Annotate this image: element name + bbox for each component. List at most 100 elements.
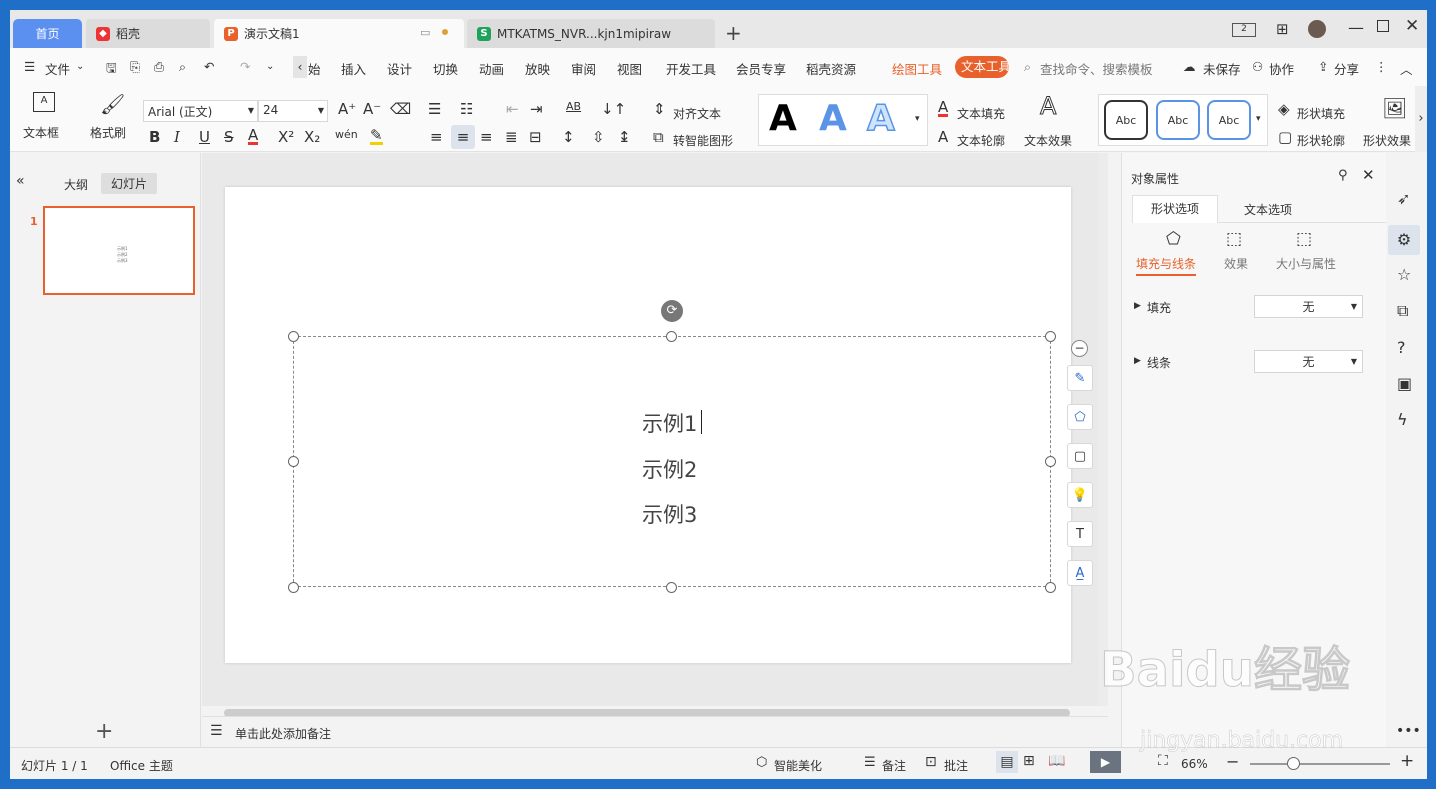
zoom-level[interactable]: 66% — [1181, 757, 1208, 771]
resize-handle[interactable] — [666, 331, 677, 342]
menu-devtools[interactable]: 开发工具 — [666, 59, 716, 78]
text-direction-icon[interactable]: AB — [566, 100, 581, 113]
redo-icon[interactable]: ↷ — [240, 59, 250, 74]
rocket-icon[interactable]: ➶ — [1397, 189, 1410, 208]
bold-button[interactable]: B — [149, 128, 160, 146]
resize-handle[interactable] — [1045, 456, 1056, 467]
collapse-float-toolbar-icon[interactable]: − — [1071, 340, 1088, 357]
spacing-more-icon[interactable]: ↨ — [618, 128, 631, 146]
reading-view-icon[interactable]: 📖 — [1048, 753, 1065, 769]
menu-view[interactable]: 视图 — [617, 59, 642, 78]
ribbon-scroll-right-icon[interactable]: › — [1415, 86, 1427, 152]
resize-handle[interactable] — [1045, 582, 1056, 593]
comment-button[interactable]: 批注 — [944, 757, 968, 774]
tab-home[interactable]: 首页 — [13, 19, 82, 48]
tab-slides[interactable]: 幻灯片 — [101, 173, 158, 194]
menu-file[interactable]: 文件 — [45, 59, 70, 78]
text-effect-button[interactable]: 文本效果 — [1024, 132, 1072, 149]
undo-icon[interactable]: ↶ — [204, 59, 214, 74]
smart-beautify-button[interactable]: 智能美化 — [774, 757, 822, 774]
command-search[interactable]: 查找命令、搜索模板 — [1040, 59, 1153, 78]
superscript-button[interactable]: X² — [278, 128, 294, 146]
chevron-down-icon[interactable]: ⌄ — [76, 61, 84, 72]
tab-outline[interactable]: 大纲 — [64, 176, 88, 193]
expand-fill-icon[interactable]: ▶ — [1134, 301, 1141, 311]
save-icon[interactable]: 🖫 — [106, 59, 117, 80]
fit-window-icon[interactable]: ⛶ — [1158, 753, 1168, 769]
decrease-indent-icon[interactable]: ⇤ — [506, 100, 519, 118]
resize-handle[interactable] — [288, 582, 299, 593]
zoom-slider-thumb[interactable] — [1287, 757, 1300, 770]
close-panel-icon[interactable]: ✕ — [1362, 166, 1375, 184]
zoom-in-button[interactable]: + — [1400, 751, 1414, 771]
align-center-icon[interactable]: ≡ — [451, 125, 475, 149]
textbox-float-button[interactable]: T — [1067, 521, 1093, 547]
align-left-icon[interactable]: ≡ — [430, 128, 443, 146]
shape-gallery-more-icon[interactable]: ▾ — [1256, 114, 1261, 124]
slides-icon[interactable]: ⧉ — [1397, 301, 1408, 321]
preview-icon[interactable]: ⌕ — [179, 59, 186, 75]
brush-float-button[interactable]: ✎ — [1067, 365, 1093, 391]
textbox-button[interactable]: A 文本框 — [20, 90, 68, 146]
text-style-blue[interactable]: A — [819, 98, 847, 139]
image-icon[interactable]: ▣ — [1397, 374, 1412, 393]
slide-text-line-1[interactable]: 示例1 — [642, 408, 697, 438]
tab-text-options[interactable]: 文本选项 — [1244, 201, 1292, 218]
resize-handle[interactable] — [1045, 331, 1056, 342]
smart-shape-button[interactable]: 转智能图形 — [673, 132, 733, 149]
format-painter-button[interactable]: 🖌 格式刷 — [88, 90, 132, 146]
subtab-effect[interactable]: 效果 — [1224, 255, 1248, 272]
strikethrough-button[interactable]: S — [224, 128, 234, 146]
subscript-button[interactable]: X₂ — [304, 128, 320, 146]
menu-play[interactable]: 放映 — [525, 59, 550, 78]
monitor-icon[interactable]: ▭ — [420, 26, 430, 39]
help-icon[interactable]: ? — [1397, 338, 1406, 357]
unsaved-status[interactable]: 未保存 — [1203, 59, 1241, 78]
more-icon[interactable]: ⋮ — [1375, 59, 1388, 74]
gallery-more-icon[interactable]: ▾ — [915, 114, 920, 124]
underline-button[interactable]: U — [199, 128, 210, 146]
star-icon[interactable]: ☆ — [1397, 265, 1411, 284]
menu-design[interactable]: 设计 — [387, 59, 412, 78]
font-size-select[interactable]: 24 ▼ — [258, 100, 328, 122]
font-name-select[interactable]: Arial (正文) ▼ — [143, 100, 258, 122]
align-text-button[interactable]: 对齐文本 — [673, 105, 721, 122]
clear-format-icon[interactable]: ⌫ — [390, 100, 411, 118]
menu-start[interactable]: 始 — [308, 59, 321, 78]
increase-font-icon[interactable]: A⁺ — [338, 100, 356, 118]
shape-fill-button[interactable]: 形状填充 — [1297, 105, 1345, 122]
panel-title[interactable]: 对象属性 — [1131, 170, 1179, 187]
menu-resource[interactable]: 稻壳资源 — [806, 59, 856, 78]
justify-icon[interactable]: ≣ — [505, 128, 518, 146]
rotate-handle-icon[interactable]: ⟳ — [661, 300, 683, 322]
grid-view-icon[interactable]: ⊞ — [1023, 753, 1035, 769]
resize-handle[interactable] — [288, 456, 299, 467]
menu-transition[interactable]: 切换 — [433, 59, 458, 78]
sort-icon[interactable]: ↓↑ — [601, 100, 626, 118]
expand-line-icon[interactable]: ▶ — [1134, 356, 1141, 366]
close-icon[interactable]: ✕ — [1405, 16, 1419, 36]
properties-icon[interactable]: ⚙ — [1388, 225, 1420, 255]
text-style-black[interactable]: A — [769, 98, 797, 139]
line-select[interactable]: 无 ▼ — [1254, 350, 1363, 373]
collapse-panel-icon[interactable]: « — [16, 173, 25, 189]
tab-spreadsheet[interactable]: S MTKATMS_NVR...kjn1mipiraw — [467, 19, 715, 48]
decrease-font-icon[interactable]: A⁻ — [363, 100, 381, 118]
paragraph-spacing-icon[interactable]: ⇳ — [592, 128, 605, 146]
menu-text-tools[interactable]: 文本工具 — [955, 56, 1009, 78]
resize-handle[interactable] — [666, 582, 677, 593]
more-tools-icon[interactable]: ••• — [1396, 723, 1421, 739]
collapse-ribbon-icon[interactable]: ︿ — [1400, 59, 1413, 78]
text-style-outline[interactable]: A — [866, 97, 895, 140]
maximize-icon[interactable] — [1377, 20, 1389, 32]
vertical-scrollbar[interactable] — [1098, 153, 1108, 706]
collab-button[interactable]: 协作 — [1269, 59, 1294, 78]
resize-handle[interactable] — [288, 331, 299, 342]
line-spacing-icon[interactable]: ↕ — [562, 128, 575, 146]
shape-style-3[interactable]: Abc — [1207, 100, 1251, 140]
apps-grid-icon[interactable]: ⊞ — [1276, 20, 1289, 38]
quick-access-more-icon[interactable]: ⌄ — [266, 61, 274, 72]
normal-view-icon[interactable]: ▤ — [996, 751, 1018, 773]
tab-shape-options[interactable]: 形状选项 — [1132, 195, 1218, 223]
window-mode-icon[interactable]: 2 — [1232, 23, 1256, 37]
